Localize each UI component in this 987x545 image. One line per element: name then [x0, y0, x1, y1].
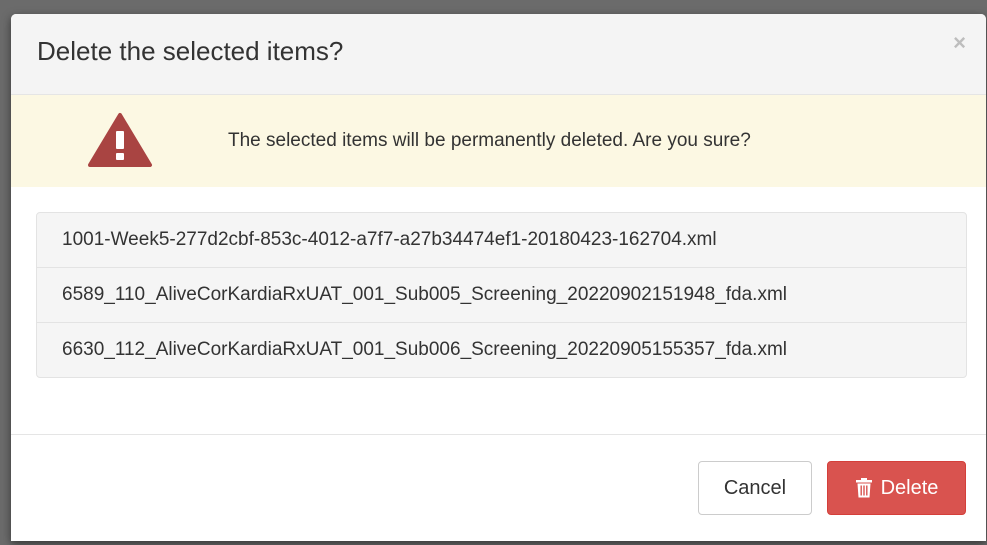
warning-banner: The selected items will be permanently d…	[11, 95, 986, 187]
warning-message: The selected items will be permanently d…	[228, 130, 751, 151]
list-item: 6630_112_AliveCorKardiaRxUAT_001_Sub006_…	[62, 339, 787, 360]
warning-triangle-icon	[88, 113, 152, 167]
delete-confirmation-dialog: Delete the selected items? × The selecte…	[11, 14, 986, 541]
list-item: 6589_110_AliveCorKardiaRxUAT_001_Sub005_…	[37, 268, 966, 323]
delete-button-label: Delete	[880, 476, 939, 499]
trash-icon	[855, 478, 872, 498]
dialog-footer: Cancel Delete	[11, 434, 986, 541]
selected-items-list: 1001-Week5-277d2cbf-853c-4012-a7f7-a27b3…	[36, 212, 967, 378]
close-icon[interactable]: ×	[953, 32, 966, 54]
dialog-header: Delete the selected items? ×	[11, 14, 986, 95]
delete-button[interactable]: Delete	[827, 461, 966, 515]
cancel-button[interactable]: Cancel	[698, 461, 812, 515]
cancel-button-label: Cancel	[723, 476, 787, 499]
dialog-title: Delete the selected items?	[37, 36, 344, 66]
list-item: 1001-Week5-277d2cbf-853c-4012-a7f7-a27b3…	[37, 213, 966, 268]
